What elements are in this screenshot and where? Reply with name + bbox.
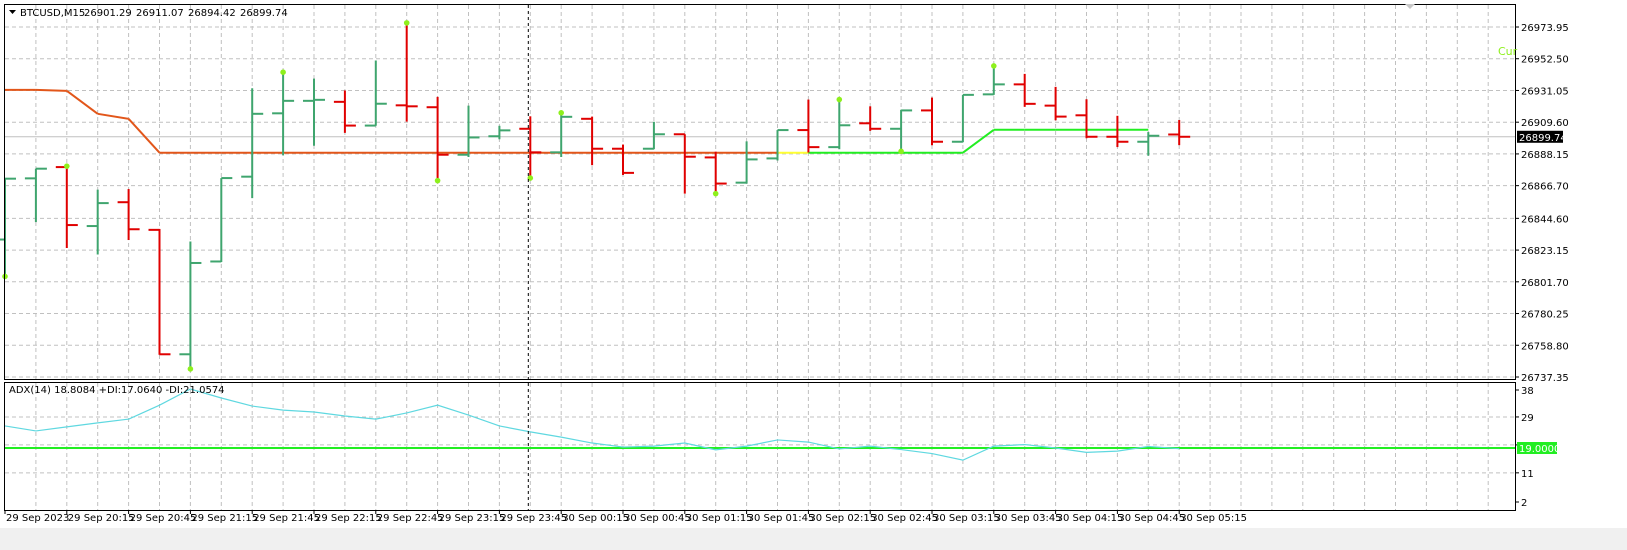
time-tick-label: 29 Sep 20:15 xyxy=(68,513,135,524)
price-tick-label: 26973.95 xyxy=(1521,23,1569,34)
overlay-label: Cur xyxy=(1498,45,1518,58)
fractal-up-marker xyxy=(558,110,564,116)
chart-background xyxy=(0,0,1627,550)
time-tick-label: 29 Sep 21:15 xyxy=(191,513,258,524)
time-tick-label: 30 Sep 04:15 xyxy=(1057,513,1124,524)
time-tick-label: 30 Sep 01:15 xyxy=(686,513,753,524)
fractal-up-marker xyxy=(64,163,70,169)
price-tick-label: 26844.60 xyxy=(1521,214,1569,225)
time-tick-label: 30 Sep 02:45 xyxy=(871,513,938,524)
time-tick-label: 29 Sep 2023 xyxy=(6,513,69,524)
fractal-up-marker xyxy=(836,96,843,103)
time-tick-label: 30 Sep 00:15 xyxy=(562,513,629,524)
time-tick-label: 29 Sep 20:45 xyxy=(130,513,197,524)
fractal-down-marker xyxy=(434,177,441,184)
adx-tick-label: 2 xyxy=(1521,498,1527,509)
bid-price-label: 26899.74 xyxy=(1519,133,1567,144)
adx-tick-label: 11 xyxy=(1521,469,1534,480)
trading-chart[interactable]: BTCUSD,M15 26901.29 26911.07 26894.42 26… xyxy=(0,0,1627,550)
time-tick-label: 30 Sep 02:15 xyxy=(809,513,876,524)
fractal-down-marker xyxy=(712,190,719,197)
adx-level-label: 19.0000 xyxy=(1519,444,1560,455)
price-tick-label: 26888.15 xyxy=(1521,150,1569,161)
price-tick-label: 26952.50 xyxy=(1521,55,1569,66)
price-tick-label: 26801.70 xyxy=(1521,278,1569,289)
fractal-up-marker xyxy=(991,63,997,69)
price-tick-label: 26823.15 xyxy=(1521,246,1569,257)
time-tick-label: 30 Sep 03:15 xyxy=(933,513,1000,524)
time-tick-label: 29 Sep 22:45 xyxy=(377,513,444,524)
price-tick-label: 26758.80 xyxy=(1521,341,1569,352)
stop-line-segment xyxy=(35,88,67,92)
time-tick-label: 29 Sep 23:15 xyxy=(439,513,506,524)
time-tick-label: 30 Sep 03:45 xyxy=(995,513,1062,524)
time-tick-label: 30 Sep 00:45 xyxy=(624,513,691,524)
time-tick-label: 29 Sep 21:45 xyxy=(253,513,320,524)
open-value: 26901.29 xyxy=(84,8,132,19)
symbol-label: BTCUSD,M15 xyxy=(20,8,85,19)
time-tick-label: 29 Sep 23:45 xyxy=(500,513,567,524)
time-axis[interactable]: 29 Sep 202329 Sep 20:1529 Sep 20:4529 Se… xyxy=(4,510,1247,524)
price-tick-label: 26780.25 xyxy=(1521,310,1569,321)
close-value: 26899.74 xyxy=(240,8,288,19)
adx-tick-label: 38 xyxy=(1521,386,1534,397)
price-tick-label: 26909.60 xyxy=(1521,118,1569,129)
time-tick-label: 30 Sep 01:45 xyxy=(748,513,815,524)
adx-tick-label: 29 xyxy=(1521,413,1534,424)
high-value: 26911.07 xyxy=(136,8,184,19)
time-tick-label: 29 Sep 22:15 xyxy=(315,513,382,524)
low-value: 26894.42 xyxy=(188,8,236,19)
fractal-up-marker xyxy=(280,69,286,76)
fractal-up-marker xyxy=(403,20,410,26)
time-tick-label: 30 Sep 05:15 xyxy=(1180,513,1247,524)
adx-title: ADX(14) 18.8084 +DI:17.0640 -DI:21.0574 xyxy=(9,385,225,396)
fractal-down-marker xyxy=(187,366,194,372)
bottom-strip xyxy=(0,528,1627,550)
fractal-down-marker xyxy=(898,148,904,155)
price-tick-label: 26737.35 xyxy=(1521,373,1569,384)
price-tick-label: 26931.05 xyxy=(1521,86,1569,97)
time-tick-label: 30 Sep 04:45 xyxy=(1118,513,1185,524)
price-tick-label: 26866.70 xyxy=(1521,182,1569,193)
